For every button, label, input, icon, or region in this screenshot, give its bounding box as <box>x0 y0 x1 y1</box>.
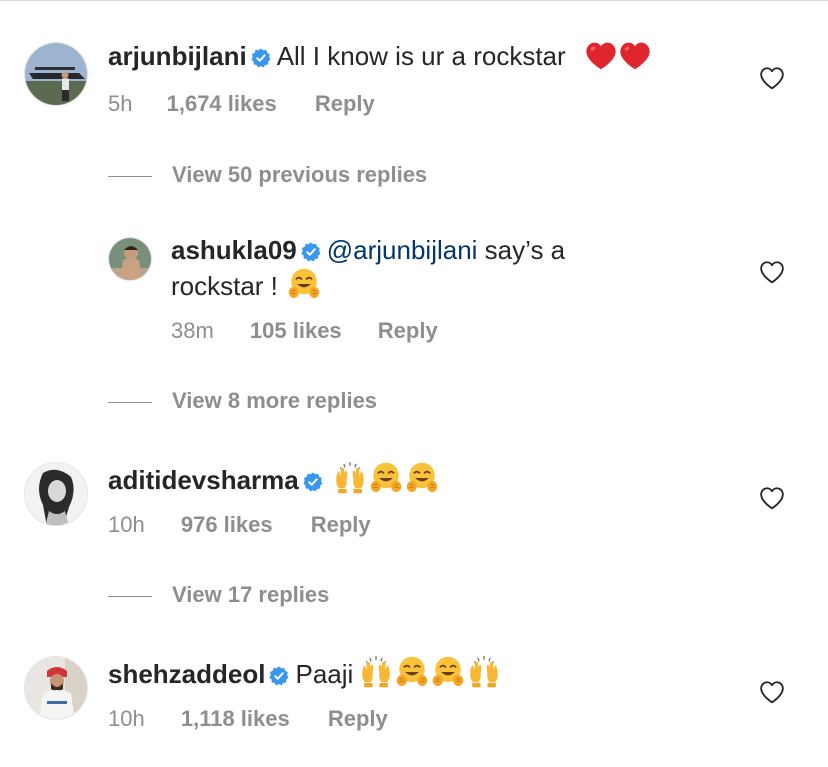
comment-text: arjunbijlani All I know is ur a rockstar <box>108 41 651 72</box>
verified-badge-icon <box>301 242 321 262</box>
comment-meta: 10h 976 likes Reply <box>108 512 371 538</box>
red-heart-emoji-icon <box>585 41 617 71</box>
reply-button[interactable]: Reply <box>311 512 371 538</box>
username[interactable]: ashukla09 <box>171 235 297 265</box>
like-heart-icon[interactable] <box>759 486 785 510</box>
avatar[interactable] <box>24 656 88 720</box>
comment-meta: 10h 1,118 likes Reply <box>108 706 388 732</box>
comment-meta: 5h 1,674 likes Reply <box>108 91 375 117</box>
verified-badge-icon <box>269 666 289 686</box>
timestamp: 10h <box>108 706 145 731</box>
mention-link[interactable]: @arjunbijlani <box>327 235 478 265</box>
raising-hands-emoji-icon <box>333 461 367 495</box>
view-replies-button[interactable]: View 17 replies <box>108 582 808 612</box>
avatar[interactable] <box>24 42 88 106</box>
likes-count[interactable]: 1,674 likes <box>167 91 277 117</box>
comment-text: ashukla09 @arjunbijlani say’s a <box>171 235 565 266</box>
comment-text: shehzaddeol Paaji <box>108 655 501 690</box>
hugging-face-emoji-icon <box>369 461 403 495</box>
thread-line <box>108 596 152 597</box>
timestamp: 5h <box>108 91 133 116</box>
comment-meta: 38m 105 likes Reply <box>171 318 438 344</box>
username[interactable]: aditidevsharma <box>108 465 299 495</box>
view-replies-label: View 17 replies <box>172 582 330 607</box>
timestamp: 10h <box>108 512 145 537</box>
reply-button[interactable]: Reply <box>328 706 388 732</box>
comment-body: All I know is ur a rockstar <box>276 41 566 71</box>
username[interactable]: shehzaddeol <box>108 659 265 689</box>
thread-line <box>108 176 152 177</box>
raising-hands-emoji-icon <box>467 655 501 689</box>
reply-button[interactable]: Reply <box>378 318 438 344</box>
comment-body: rockstar ! <box>171 271 286 301</box>
likes-count[interactable]: 105 likes <box>250 318 342 344</box>
thread-line <box>108 402 152 403</box>
view-more-replies-button[interactable]: View 8 more replies <box>108 388 808 418</box>
username[interactable]: arjunbijlani <box>108 41 247 71</box>
top-divider <box>0 0 828 1</box>
comment-body: say’s a <box>477 235 566 265</box>
avatar[interactable] <box>24 462 88 526</box>
comment-text-line-2: rockstar ! <box>171 267 321 302</box>
timestamp: 38m <box>171 318 214 343</box>
likes-count[interactable]: 1,118 likes <box>181 706 290 732</box>
comment-text: aditidevsharma <box>108 461 439 496</box>
hugging-face-emoji-icon <box>287 267 321 301</box>
verified-badge-icon <box>303 472 323 492</box>
reply-button[interactable]: Reply <box>315 91 375 117</box>
likes-count[interactable]: 976 likes <box>181 512 273 538</box>
hugging-face-emoji-icon <box>405 461 439 495</box>
view-replies-label: View 50 previous replies <box>172 162 428 187</box>
view-previous-replies-button[interactable]: View 50 previous replies <box>108 162 808 192</box>
verified-badge-icon <box>251 48 271 68</box>
avatar[interactable] <box>108 237 152 281</box>
comment-body: Paaji <box>295 659 354 689</box>
like-heart-icon[interactable] <box>759 260 785 284</box>
like-heart-icon[interactable] <box>759 66 785 90</box>
hugging-face-emoji-icon <box>431 655 465 689</box>
like-heart-icon[interactable] <box>759 680 785 704</box>
view-replies-label: View 8 more replies <box>172 388 378 413</box>
red-heart-emoji-icon <box>619 41 651 71</box>
raising-hands-emoji-icon <box>359 655 393 689</box>
hugging-face-emoji-icon <box>395 655 429 689</box>
